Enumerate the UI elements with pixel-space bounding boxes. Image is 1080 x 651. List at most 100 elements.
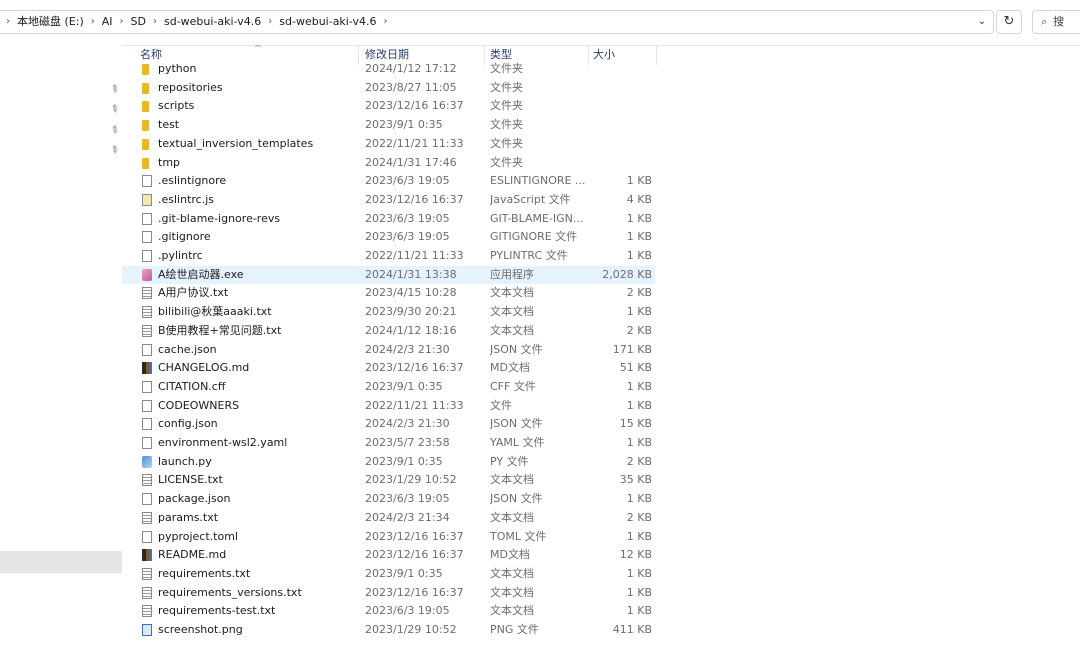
file-type: 文本文档 [490,305,534,319]
folder-icon [142,82,149,94]
file-row[interactable]: test 2023/9/1 0:35 文件夹 [122,116,655,135]
file-size: 1 KB [626,398,652,412]
file-row[interactable]: CITATION.cff 2023/9/1 0:35 CFF 文件 1 KB [122,378,655,397]
file-row[interactable]: requirements_versions.txt 2023/12/16 16:3… [122,584,655,603]
address-bar: › 本地磁盘 (E:) › AI › SD › sd-webui-aki-v4.… [0,0,1080,46]
file-row[interactable]: launch.py 2023/9/1 0:35 PY 文件 2 KB [122,453,655,472]
search-placeholder: 搜 [1053,15,1065,28]
file-row[interactable]: .eslintrc.js 2023/12/16 16:37 JavaScript 文… [122,191,655,210]
file-icon-cell [140,79,154,98]
chevron-right-icon[interactable]: › [2,11,14,33]
file-date: 2023/12/16 16:37 [365,192,464,206]
file-row[interactable]: CODEOWNERS 2022/11/21 11:33 文件 1 KB [122,397,655,416]
folder-icon [142,101,149,113]
file-icon-cell [140,359,154,378]
file-size: 1 KB [626,604,652,618]
file-icon-cell [140,528,154,547]
file-type: JSON 文件 [490,342,543,356]
file-name: test [158,118,180,132]
file-size: 171 KB [612,342,652,356]
file-size: 1 KB [626,230,652,244]
file-date: 2023/5/7 23:58 [365,436,450,449]
chevron-right-icon[interactable]: › [87,11,99,33]
file-row[interactable]: .pylintrc 2022/11/21 11:33 PYLINTRC 文件 1 KB [122,247,655,266]
file-date: 2023/12/16 16:37 [365,529,464,543]
file-type: GIT-BLAME-IGN... [490,211,584,225]
file-name: scripts [158,99,195,113]
breadcrumb[interactable]: › 本地磁盘 (E:) › AI › SD › sd-webui-aki-v4.… [0,10,994,34]
file-size [594,154,652,173]
file-row[interactable]: environment-wsl2.yaml 2023/5/7 23:58 YAML … [122,434,655,453]
pin-icon[interactable]: ✎ [105,81,123,99]
chevron-right-icon[interactable]: › [116,11,128,33]
exe-icon [142,268,152,281]
file-type: JSON 文件 [490,492,543,506]
file-date: 2023/12/16 16:37 [365,361,464,375]
file-type: JavaScript 文件 [490,192,571,206]
file-row[interactable]: tmp 2024/1/31 17:46 文件夹 [122,154,655,173]
file-row[interactable]: .git-blame-ignore-revs 2023/6/3 19:05 GIT-… [122,210,655,229]
pin-icon[interactable]: ✎ [105,122,123,140]
pin-icon[interactable]: ✎ [105,101,123,119]
text-file-icon [142,586,152,599]
file-name: A用户协议.txt [158,286,229,300]
file-row[interactable]: A用户协议.txt 2023/4/15 10:28 文本文档 2 KB [122,284,655,303]
text-file-icon [142,605,152,618]
file-row[interactable]: pyproject.toml 2023/12/16 16:37 TOML 文件 1 K… [122,528,655,547]
breadcrumb-sd-webui-parent[interactable]: sd-webui-aki-v4.6 [161,11,264,33]
file-icon-cell [140,509,154,528]
file-row[interactable]: requirements.txt 2023/9/1 0:35 文本文档 1 KB [122,565,655,584]
file-row[interactable]: python 2024/1/12 17:12 文件夹 [122,60,655,79]
chevron-down-icon[interactable]: ⌄ [975,11,989,33]
file-icon-cell [140,434,154,453]
file-row[interactable]: config.json 2024/2/3 21:30 JSON 文件 15 KB [122,415,655,434]
file-name: .eslintrc.js [158,192,215,206]
file-name: python [158,62,197,75]
file-row[interactable]: textual_inversion_templates 2022/11/21 11… [122,135,655,154]
chevron-right-icon[interactable]: › [149,11,161,33]
file-row[interactable]: requirements-test.txt 2023/6/3 19:05 文本文档 1… [122,602,655,621]
chevron-right-icon[interactable]: › [264,11,276,33]
file-row[interactable]: LICENSE.txt 2023/1/29 10:52 文本文档 35 KB [122,471,655,490]
file-type: 文件夹 [490,80,523,94]
file-icon-cell [140,266,154,285]
file-size: 1 KB [626,305,652,319]
file-date: 2023/1/29 10:52 [365,473,457,487]
file-row[interactable]: CHANGELOG.md 2023/12/16 16:37 MD文档 51 KB [122,359,655,378]
file-name: pyproject.toml [158,529,238,543]
file-row[interactable]: params.txt 2024/2/3 21:34 文本文档 2 KB [122,509,655,528]
breadcrumb-sd[interactable]: SD [128,11,149,33]
file-name: .git-blame-ignore-revs [158,211,281,225]
file-icon [142,399,152,412]
file-size: 15 KB [619,417,652,431]
md-file-icon [142,549,152,562]
file-row[interactable]: package.json 2023/6/3 19:05 JSON 文件 1 KB [122,490,655,509]
chevron-right-icon[interactable]: › [380,11,392,33]
file-name: requirements-test.txt [158,604,276,618]
breadcrumb-ai[interactable]: AI [99,11,116,33]
file-row[interactable]: cache.json 2024/2/3 21:30 JSON 文件 171 KB [122,341,655,360]
search-box[interactable]: ⌕ 搜 [1032,10,1080,34]
file-row[interactable]: bilibili@秋葉aaaki.txt 2023/9/30 20:21 文本文档 1… [122,303,655,322]
file-icon-cell [140,397,154,416]
file-size: 12 KB [619,548,652,562]
nav-item-selected[interactable] [0,551,122,573]
file-row[interactable]: repositories 2023/8/27 11:05 文件夹 [122,79,655,98]
file-icon-cell [140,584,154,603]
file-type: 文件 [490,398,512,412]
pin-icon[interactable]: ✎ [105,142,123,160]
file-row[interactable]: A绘世启动器.exe 2024/1/31 13:38 应用程序 2,028 KB [122,265,655,285]
file-icon-cell [140,378,154,397]
file-row[interactable]: B使用教程+常见问题.txt 2024/1/12 18:16 文本文档 2 KB [122,322,655,341]
file-row[interactable]: .gitignore 2023/6/3 19:05 GITIGNORE 文件 1 KB [122,228,655,247]
file-type: ESLINTIGNORE ... [490,174,586,188]
file-row[interactable]: .eslintignore 2023/6/3 19:05 ESLINTIGNORE … [122,172,655,191]
file-row[interactable]: screenshot.png 2023/1/29 10:52 PNG 文件 411 K… [122,621,655,640]
refresh-button[interactable]: ↻ [996,10,1022,34]
breadcrumb-drive[interactable]: 本地磁盘 (E:) [14,11,87,33]
file-row[interactable]: scripts 2023/12/16 16:37 文件夹 [122,97,655,116]
breadcrumb-sd-webui-current[interactable]: sd-webui-aki-v4.6 [276,11,379,33]
file-size [594,97,652,116]
file-size: 411 KB [612,623,652,636]
file-row[interactable]: README.md 2023/12/16 16:37 MD文档 12 KB [122,546,655,565]
